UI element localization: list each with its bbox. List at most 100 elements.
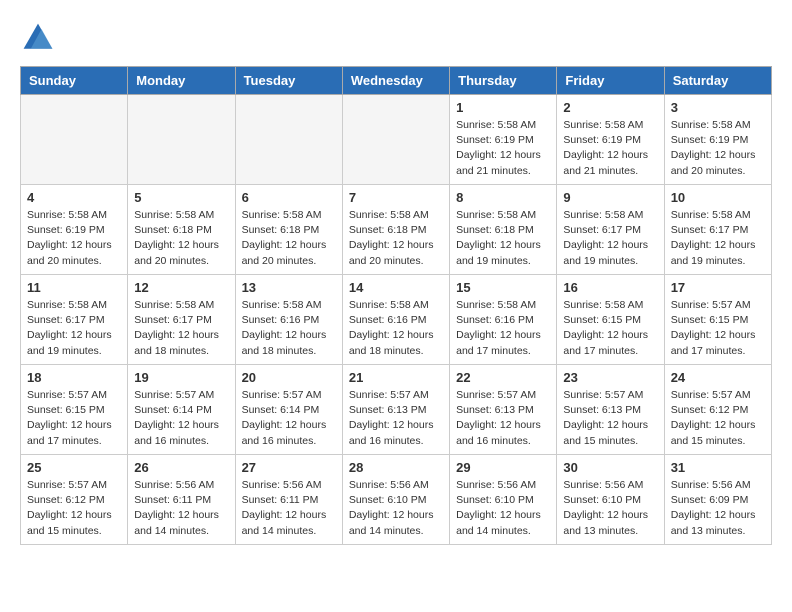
- calendar-table: SundayMondayTuesdayWednesdayThursdayFrid…: [20, 66, 772, 545]
- calendar-cell: 8 Sunrise: 5:58 AM Sunset: 6:18 PM Daylig…: [450, 185, 557, 275]
- calendar-cell: 25 Sunrise: 5:57 AM Sunset: 6:12 PM Dayli…: [21, 455, 128, 545]
- weekday-header-friday: Friday: [557, 67, 664, 95]
- day-info: Sunrise: 5:58 AM Sunset: 6:18 PM Dayligh…: [242, 208, 336, 269]
- day-number: 15: [456, 280, 550, 295]
- calendar-cell: 23Sunrise: 5:57 AM Sunset: 6:13 PM Dayli…: [557, 365, 664, 455]
- day-info: Sunrise: 5:58 AM Sunset: 6:17 PM Dayligh…: [27, 298, 121, 359]
- day-number: 10: [671, 190, 765, 205]
- weekday-header-row: SundayMondayTuesdayWednesdayThursdayFrid…: [21, 67, 772, 95]
- calendar-cell: [128, 95, 235, 185]
- weekday-header-wednesday: Wednesday: [342, 67, 449, 95]
- day-number: 6: [242, 190, 336, 205]
- day-info: Sunrise: 5:57 AM Sunset: 6:12 PM Dayligh…: [27, 478, 121, 539]
- day-number: 31: [671, 460, 765, 475]
- day-info: Sunrise: 5:57 AM Sunset: 6:13 PM Dayligh…: [456, 388, 550, 449]
- calendar-cell: 15 Sunrise: 5:58 AM Sunset: 6:16 PM Dayli…: [450, 275, 557, 365]
- logo-icon: [20, 20, 56, 56]
- day-number: 9: [563, 190, 657, 205]
- day-info: Sunrise: 5:57 AM Sunset: 6:13 PM Dayligh…: [349, 388, 443, 449]
- day-info: Sunrise: 5:58 AM Sunset: 6:19 PM Dayligh…: [456, 118, 550, 179]
- calendar-cell: 29Sunrise: 5:56 AM Sunset: 6:10 PM Dayli…: [450, 455, 557, 545]
- logo: [20, 20, 62, 56]
- calendar-week-3: 11 Sunrise: 5:58 AM Sunset: 6:17 PM Dayli…: [21, 275, 772, 365]
- day-number: 28: [349, 460, 443, 475]
- calendar-cell: 14 Sunrise: 5:58 AM Sunset: 6:16 PM Dayli…: [342, 275, 449, 365]
- calendar-cell: 12 Sunrise: 5:58 AM Sunset: 6:17 PM Dayli…: [128, 275, 235, 365]
- day-info: Sunrise: 5:57 AM Sunset: 6:14 PM Dayligh…: [134, 388, 228, 449]
- day-info: Sunrise: 5:58 AM Sunset: 6:17 PM Dayligh…: [671, 208, 765, 269]
- day-info: Sunrise: 5:58 AM Sunset: 6:19 PM Dayligh…: [563, 118, 657, 179]
- day-number: 23: [563, 370, 657, 385]
- day-number: 13: [242, 280, 336, 295]
- day-number: 22: [456, 370, 550, 385]
- day-number: 5: [134, 190, 228, 205]
- day-number: 8: [456, 190, 550, 205]
- day-number: 11: [27, 280, 121, 295]
- calendar-cell: 24Sunrise: 5:57 AM Sunset: 6:12 PM Dayli…: [664, 365, 771, 455]
- day-number: 4: [27, 190, 121, 205]
- day-info: Sunrise: 5:56 AM Sunset: 6:10 PM Dayligh…: [563, 478, 657, 539]
- calendar-cell: 11 Sunrise: 5:58 AM Sunset: 6:17 PM Dayli…: [21, 275, 128, 365]
- day-info: Sunrise: 5:58 AM Sunset: 6:16 PM Dayligh…: [456, 298, 550, 359]
- calendar-week-1: 1 Sunrise: 5:58 AM Sunset: 6:19 PM Daylig…: [21, 95, 772, 185]
- calendar-cell: 2 Sunrise: 5:58 AM Sunset: 6:19 PM Daylig…: [557, 95, 664, 185]
- calendar-week-4: 18Sunrise: 5:57 AM Sunset: 6:15 PM Dayli…: [21, 365, 772, 455]
- day-info: Sunrise: 5:58 AM Sunset: 6:17 PM Dayligh…: [134, 298, 228, 359]
- day-number: 3: [671, 100, 765, 115]
- calendar-cell: 3Sunrise: 5:58 AM Sunset: 6:19 PM Daylig…: [664, 95, 771, 185]
- weekday-header-tuesday: Tuesday: [235, 67, 342, 95]
- calendar-cell: 17Sunrise: 5:57 AM Sunset: 6:15 PM Dayli…: [664, 275, 771, 365]
- day-number: 7: [349, 190, 443, 205]
- day-info: Sunrise: 5:58 AM Sunset: 6:17 PM Dayligh…: [563, 208, 657, 269]
- day-number: 26: [134, 460, 228, 475]
- calendar-cell: 18Sunrise: 5:57 AM Sunset: 6:15 PM Dayli…: [21, 365, 128, 455]
- weekday-header-saturday: Saturday: [664, 67, 771, 95]
- weekday-header-monday: Monday: [128, 67, 235, 95]
- calendar-cell: 19 Sunrise: 5:57 AM Sunset: 6:14 PM Dayli…: [128, 365, 235, 455]
- day-number: 30: [563, 460, 657, 475]
- day-number: 14: [349, 280, 443, 295]
- day-number: 2: [563, 100, 657, 115]
- day-number: 21: [349, 370, 443, 385]
- calendar-cell: 7 Sunrise: 5:58 AM Sunset: 6:18 PM Daylig…: [342, 185, 449, 275]
- day-number: 18: [27, 370, 121, 385]
- calendar-cell: 27 Sunrise: 5:56 AM Sunset: 6:11 PM Dayli…: [235, 455, 342, 545]
- calendar-cell: 1 Sunrise: 5:58 AM Sunset: 6:19 PM Daylig…: [450, 95, 557, 185]
- day-number: 12: [134, 280, 228, 295]
- day-info: Sunrise: 5:58 AM Sunset: 6:16 PM Dayligh…: [349, 298, 443, 359]
- day-info: Sunrise: 5:57 AM Sunset: 6:15 PM Dayligh…: [671, 298, 765, 359]
- calendar-cell: 13Sunrise: 5:58 AM Sunset: 6:16 PM Dayli…: [235, 275, 342, 365]
- day-number: 20: [242, 370, 336, 385]
- day-number: 16: [563, 280, 657, 295]
- day-info: Sunrise: 5:58 AM Sunset: 6:18 PM Dayligh…: [456, 208, 550, 269]
- day-number: 25: [27, 460, 121, 475]
- weekday-header-thursday: Thursday: [450, 67, 557, 95]
- day-number: 29: [456, 460, 550, 475]
- calendar-cell: 28 Sunrise: 5:56 AM Sunset: 6:10 PM Dayli…: [342, 455, 449, 545]
- calendar-header: SundayMondayTuesdayWednesdayThursdayFrid…: [21, 67, 772, 95]
- day-info: Sunrise: 5:56 AM Sunset: 6:11 PM Dayligh…: [134, 478, 228, 539]
- calendar-cell: 5Sunrise: 5:58 AM Sunset: 6:18 PM Daylig…: [128, 185, 235, 275]
- day-info: Sunrise: 5:58 AM Sunset: 6:18 PM Dayligh…: [349, 208, 443, 269]
- day-info: Sunrise: 5:57 AM Sunset: 6:14 PM Dayligh…: [242, 388, 336, 449]
- day-info: Sunrise: 5:58 AM Sunset: 6:19 PM Dayligh…: [27, 208, 121, 269]
- day-info: Sunrise: 5:56 AM Sunset: 6:10 PM Dayligh…: [349, 478, 443, 539]
- calendar-cell: 6 Sunrise: 5:58 AM Sunset: 6:18 PM Daylig…: [235, 185, 342, 275]
- day-number: 1: [456, 100, 550, 115]
- day-number: 27: [242, 460, 336, 475]
- calendar-cell: 21 Sunrise: 5:57 AM Sunset: 6:13 PM Dayli…: [342, 365, 449, 455]
- weekday-header-sunday: Sunday: [21, 67, 128, 95]
- calendar-week-2: 4 Sunrise: 5:58 AM Sunset: 6:19 PM Daylig…: [21, 185, 772, 275]
- day-info: Sunrise: 5:58 AM Sunset: 6:15 PM Dayligh…: [563, 298, 657, 359]
- calendar-cell: 10 Sunrise: 5:58 AM Sunset: 6:17 PM Dayli…: [664, 185, 771, 275]
- calendar-cell: 26 Sunrise: 5:56 AM Sunset: 6:11 PM Dayli…: [128, 455, 235, 545]
- calendar-cell: [342, 95, 449, 185]
- calendar-week-5: 25 Sunrise: 5:57 AM Sunset: 6:12 PM Dayli…: [21, 455, 772, 545]
- day-number: 24: [671, 370, 765, 385]
- day-number: 19: [134, 370, 228, 385]
- calendar-cell: [21, 95, 128, 185]
- day-info: Sunrise: 5:56 AM Sunset: 6:11 PM Dayligh…: [242, 478, 336, 539]
- calendar-cell: [235, 95, 342, 185]
- calendar-cell: 30 Sunrise: 5:56 AM Sunset: 6:10 PM Dayli…: [557, 455, 664, 545]
- calendar-cell: 20 Sunrise: 5:57 AM Sunset: 6:14 PM Dayli…: [235, 365, 342, 455]
